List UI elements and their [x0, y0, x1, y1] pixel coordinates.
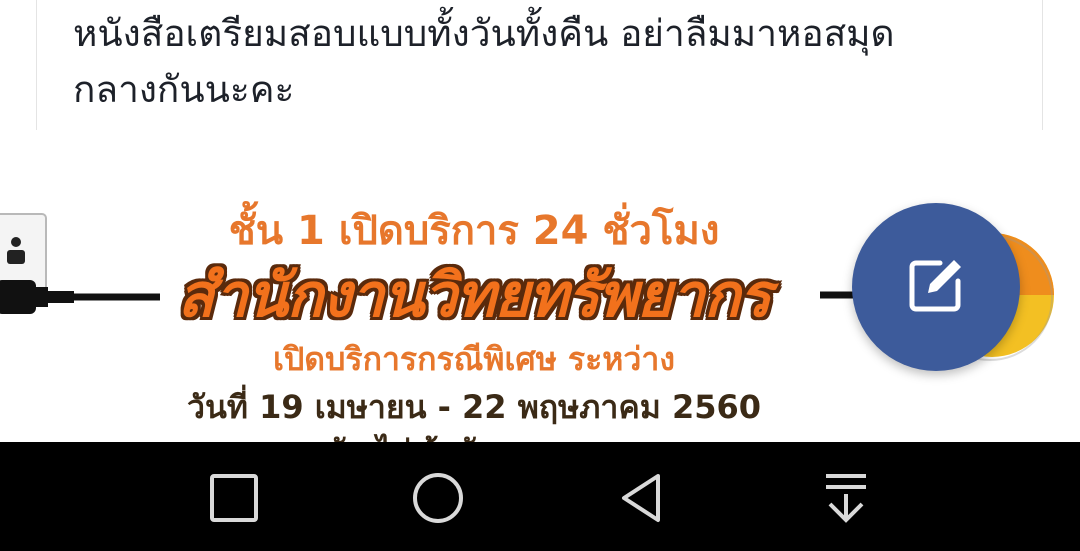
poster-line-4: วันที่ 19 เมษายน - 22 พฤษภาคม 2560	[186, 388, 762, 426]
poster-line-5: ทุกวัน ไม่เว้นวันหยุดราชการ	[0, 428, 1014, 442]
post-text-line-1: หนังสือเตรียมสอบแบบทั้งวันทั้งคืน อย่าลื…	[73, 12, 895, 55]
back-icon	[622, 474, 660, 522]
notification-pull-down-icon	[826, 474, 866, 523]
system-navigation-bar	[0, 442, 1080, 551]
notification-pull-down-button[interactable]	[818, 470, 874, 526]
edit-icon	[904, 253, 968, 321]
recent-apps-button[interactable]	[206, 470, 262, 526]
compose-fab-button[interactable]	[852, 203, 1020, 371]
post-text-card: หนังสือเตรียมสอบแบบทั้งวันทั้งคืน อย่าลื…	[36, 0, 1043, 130]
home-icon	[413, 473, 463, 523]
home-button[interactable]	[410, 470, 466, 526]
poster-line-3: เปิดบริการกรณีพิเศษ ระหว่าง	[273, 340, 675, 378]
recent-apps-icon	[210, 474, 258, 522]
post-text: หนังสือเตรียมสอบแบบทั้งวันทั้งคืน อย่าลื…	[73, 6, 1013, 118]
back-button[interactable]	[614, 470, 670, 526]
post-text-line-2: กลางกันนะคะ	[73, 68, 295, 111]
